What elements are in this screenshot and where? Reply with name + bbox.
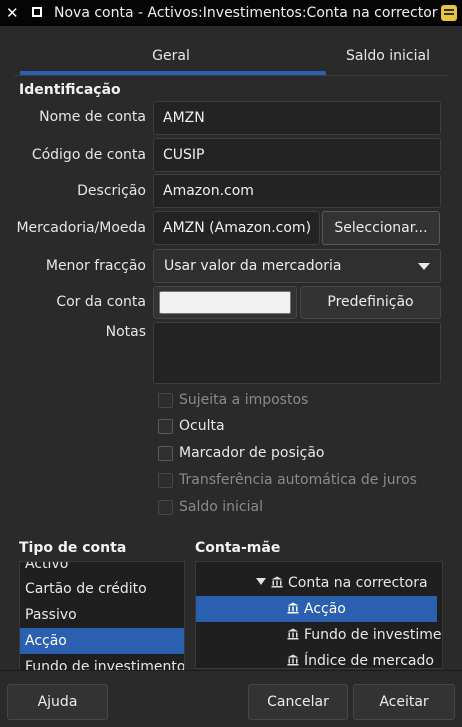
list-item-selected[interactable]: Acção xyxy=(20,628,184,654)
list-item[interactable]: Fundo de investimento xyxy=(20,654,184,670)
tab-saldo-inicial[interactable]: Saldo inicial xyxy=(328,38,448,74)
predefinicao-button[interactable]: Predefinição xyxy=(300,286,441,319)
tab-bar: Geral Saldo inicial xyxy=(14,38,448,76)
descricao-field[interactable]: Amazon.com xyxy=(153,174,441,208)
cor-button[interactable] xyxy=(153,286,297,319)
pin-icon[interactable] xyxy=(32,7,42,17)
list-item[interactable]: Passivo xyxy=(20,602,184,628)
tree-child-label: Fundo de investime xyxy=(304,627,442,643)
expander-icon[interactable] xyxy=(256,578,266,585)
marcador-label: Marcador de posição xyxy=(179,445,325,461)
nome-label: Nome de conta xyxy=(39,109,146,125)
checkbox-box xyxy=(158,472,173,488)
cancelar-button[interactable]: Cancelar xyxy=(248,684,348,720)
bank-icon xyxy=(287,602,299,614)
mercadoria-label: Mercadoria/Moeda xyxy=(16,220,146,236)
fraccao-combobox[interactable]: Usar valor da mercadoria xyxy=(153,249,441,283)
tree-item[interactable]: Índice de mercado xyxy=(282,648,434,669)
notas-label: Notas xyxy=(105,324,146,340)
identificacao-heading: Identificação xyxy=(19,82,121,98)
bank-icon xyxy=(271,576,283,588)
title-bar: ✕ Nova conta - Activos:Investimentos:Con… xyxy=(0,0,462,26)
sujeita-label: Sujeita a impostos xyxy=(179,392,309,408)
saldo-label: Saldo inicial xyxy=(179,499,263,515)
tree-child-label: Acção xyxy=(304,601,346,617)
oculta-checkbox[interactable]: Oculta xyxy=(158,418,225,434)
app-icon xyxy=(441,5,457,21)
seleccionar-button[interactable]: Seleccionar... xyxy=(322,211,440,245)
tipo-conta-heading: Tipo de conta xyxy=(19,540,127,556)
checkbox-box xyxy=(158,392,173,408)
bank-icon xyxy=(287,654,299,666)
fraccao-value: Usar valor da mercadoria xyxy=(164,258,342,274)
fraccao-label: Menor fracção xyxy=(45,258,146,274)
tree-child-label: Índice de mercado xyxy=(304,653,434,669)
ajuda-button[interactable]: Ajuda xyxy=(7,684,108,720)
nome-field[interactable]: AMZN xyxy=(153,101,441,135)
codigo-field[interactable]: CUSIP xyxy=(153,138,441,172)
transferencia-label: Transferência automática de juros xyxy=(179,472,417,488)
chevron-down-icon xyxy=(418,263,430,270)
checkbox-box xyxy=(158,445,173,461)
tree-item-parent[interactable]: Conta na correctora xyxy=(252,570,428,596)
saldo-checkbox[interactable]: Saldo inicial xyxy=(158,499,263,515)
tree-item-selected[interactable]: Acção xyxy=(196,596,437,622)
tipo-conta-list[interactable]: Activo Cartão de crédito Passivo Acção F… xyxy=(19,561,185,671)
color-swatch xyxy=(159,291,291,314)
tab-geral[interactable]: Geral xyxy=(14,38,328,74)
marcador-checkbox[interactable]: Marcador de posição xyxy=(158,445,324,461)
tree-item[interactable]: Fundo de investime xyxy=(282,622,441,648)
checkbox-box xyxy=(158,499,173,515)
window-title: Nova conta - Activos:Investimentos:Conta… xyxy=(54,5,438,21)
oculta-label: Oculta xyxy=(179,418,225,434)
tree-parent-label: Conta na correctora xyxy=(288,575,428,591)
transferencia-checkbox[interactable]: Transferência automática de juros xyxy=(158,472,417,488)
codigo-label: Código de conta xyxy=(31,147,146,163)
notas-textarea[interactable] xyxy=(153,322,441,384)
sujeita-checkbox[interactable]: Sujeita a impostos xyxy=(158,392,308,408)
bank-icon xyxy=(287,628,299,640)
descricao-label: Descrição xyxy=(77,183,146,199)
list-item[interactable]: Activo xyxy=(20,562,184,577)
close-icon[interactable]: ✕ xyxy=(6,3,22,23)
conta-mae-heading: Conta-mãe xyxy=(195,540,281,556)
tab-divider xyxy=(14,75,448,76)
checkbox-box xyxy=(158,418,173,434)
cor-label: Cor da conta xyxy=(56,294,146,310)
list-item[interactable]: Cartão de crédito xyxy=(20,576,184,602)
conta-mae-tree[interactable]: Conta na correctora Acção Fundo de inves… xyxy=(195,561,443,669)
mercadoria-field: AMZN (Amazon.com) xyxy=(153,211,320,245)
aceitar-button[interactable]: Aceitar xyxy=(353,684,455,720)
button-bar-divider xyxy=(0,670,462,671)
